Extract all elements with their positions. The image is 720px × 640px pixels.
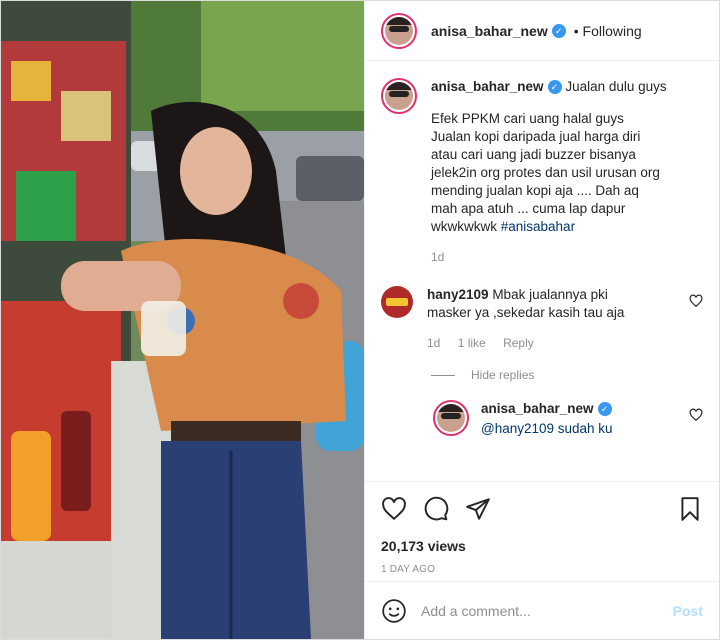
verified-badge-icon: ✓ xyxy=(551,23,566,38)
comment-bubble-icon[interactable] xyxy=(423,496,449,522)
author-username[interactable]: anisa_bahar_new xyxy=(431,23,548,39)
save-bookmark-icon[interactable] xyxy=(677,496,703,522)
video-frame-image xyxy=(1,1,364,639)
heart-icon[interactable] xyxy=(689,408,703,422)
commenter-username[interactable]: hany2109 xyxy=(427,287,489,302)
view-count[interactable]: 20,173 views xyxy=(381,538,703,554)
hashtag-link[interactable]: #anisabahar xyxy=(501,219,575,234)
reply-text: @hany2109 sudah ku xyxy=(481,421,613,436)
heart-icon[interactable] xyxy=(689,294,703,308)
add-comment-bar: Post xyxy=(365,581,719,639)
follow-status-button[interactable]: • Following xyxy=(574,23,642,39)
post-actions: 20,173 views 1 DAY AGO xyxy=(365,481,719,575)
post-video[interactable] xyxy=(1,1,364,639)
comment-age[interactable]: 1d xyxy=(427,336,440,350)
comment-item: hany2109 Mbak jualannya pki masker ya ,s… xyxy=(381,286,703,350)
share-paper-plane-icon[interactable] xyxy=(465,496,491,522)
like-heart-icon[interactable] xyxy=(381,496,407,522)
reply-author-username[interactable]: anisa_bahar_new xyxy=(481,401,594,416)
emoji-smiley-icon[interactable] xyxy=(381,598,407,624)
caption-body: Efek PPKM cari uang halal guys Jualan ko… xyxy=(431,111,660,234)
verified-badge-icon: ✓ xyxy=(597,402,612,417)
caption-title: Jualan dulu guys xyxy=(565,79,667,94)
verified-badge-icon: ✓ xyxy=(547,80,562,95)
comment-likes[interactable]: 1 like xyxy=(458,336,486,350)
hide-replies-toggle[interactable]: Hide replies xyxy=(431,368,703,382)
caption-meta: 1d xyxy=(431,250,703,264)
post-header: anisa_bahar_new ✓ • Following xyxy=(365,1,719,61)
comments-list[interactable]: anisa_bahar_new ✓ Jualan dulu guys Efek P… xyxy=(365,62,719,480)
author-avatar[interactable] xyxy=(381,12,417,49)
caption-author-username[interactable]: anisa_bahar_new xyxy=(431,79,544,94)
instagram-post-modal: anisa_bahar_new ✓ • Following anisa_baha… xyxy=(0,0,720,640)
post-comment-button[interactable]: Post xyxy=(673,603,703,619)
reply-author-avatar[interactable] xyxy=(433,400,469,436)
comment-input[interactable] xyxy=(421,602,673,619)
commenter-avatar[interactable] xyxy=(381,286,413,318)
comment-meta: 1d 1 like Reply xyxy=(427,336,681,350)
caption-author-avatar[interactable] xyxy=(381,78,417,114)
hide-replies-label: Hide replies xyxy=(471,368,535,382)
reply-item: anisa_bahar_new ✓ @hany2109 sudah ku xyxy=(433,400,703,438)
caption-age[interactable]: 1d xyxy=(431,250,444,264)
comment-reply-button[interactable]: Reply xyxy=(503,336,534,350)
divider-line xyxy=(431,374,455,376)
caption: anisa_bahar_new ✓ Jualan dulu guys Efek P… xyxy=(381,78,703,264)
post-details-panel: anisa_bahar_new ✓ • Following anisa_baha… xyxy=(364,1,719,639)
post-timestamp[interactable]: 1 DAY AGO xyxy=(381,564,703,575)
